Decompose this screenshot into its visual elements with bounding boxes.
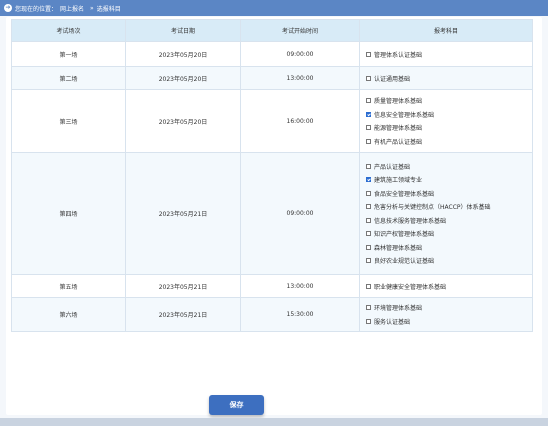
table-row: 第二场 2023年05月20日 13:00:00 认证通用基础 — [11, 66, 533, 90]
subject-label: 管理体系认证基础 — [374, 51, 423, 59]
session-cell: 第五场 — [11, 274, 126, 298]
table-row: 第三场 2023年05月20日 16:00:00 质量管理体系基础 信息安全管理体系基础… — [11, 89, 533, 153]
start-time-cell: 13:00:00 — [240, 66, 360, 90]
start-time-cell: 13:00:00 — [240, 274, 360, 298]
subject-option[interactable]: 知识产权管理体系基础 — [366, 227, 532, 241]
subjects-cell: 认证通用基础 — [359, 66, 533, 90]
date-cell: 2023年05月21日 — [125, 297, 241, 332]
save-button[interactable]: 保存 — [209, 395, 264, 415]
subject-option[interactable]: 能源管理体系基础 — [366, 121, 532, 135]
subject-label: 认证通用基础 — [374, 75, 411, 83]
subject-label: 有机产品认证基础 — [374, 138, 423, 146]
table-header-row: 考试场次 考试日期 考试开始时间 报考科目 — [11, 19, 533, 42]
checkbox-unchecked[interactable] — [366, 98, 371, 104]
bottom-strip — [0, 418, 548, 426]
header-start-time: 考试开始时间 — [240, 19, 360, 42]
checkbox-unchecked[interactable] — [366, 204, 371, 210]
subject-option[interactable]: 管理体系认证基础 — [366, 50, 532, 59]
subjects-cell: 环境管理体系基础 服务认证基础 — [359, 297, 533, 332]
subject-label: 质量管理体系基础 — [374, 98, 423, 106]
checkbox-unchecked[interactable] — [366, 138, 371, 144]
start-time-cell: 16:00:00 — [240, 89, 360, 153]
checkbox-unchecked[interactable] — [366, 75, 371, 81]
table-row: 第五场 2023年05月21日 13:00:00 职业健康安全管理体系基础 — [11, 274, 533, 298]
checkbox-unchecked[interactable] — [366, 163, 371, 169]
subject-label: 信息安全管理体系基础 — [374, 111, 435, 119]
subject-option[interactable]: 良好农业规范认证基础 — [366, 254, 532, 268]
subject-label: 职业健康安全管理体系基础 — [374, 283, 447, 291]
date-cell: 2023年05月20日 — [125, 89, 241, 153]
checkbox-checked[interactable] — [366, 111, 371, 117]
subject-option[interactable]: 信息安全管理体系基础 — [366, 108, 532, 122]
header-date: 考试日期 — [125, 19, 241, 42]
checkbox-unchecked[interactable] — [366, 305, 371, 311]
subjects-cell: 产品认证基础建筑施工领域专业食品安全管理体系基础危害分析与关键控制点（HACCP… — [359, 152, 533, 275]
subject-label: 能源管理体系基础 — [374, 125, 423, 133]
header-session: 考试场次 — [11, 19, 126, 42]
subject-label: 服务认证基础 — [374, 318, 411, 326]
date-cell: 2023年05月21日 — [125, 274, 241, 298]
subject-option[interactable]: 认证通用基础 — [366, 74, 532, 83]
start-time-cell: 09:00:00 — [240, 152, 360, 275]
checkbox-unchecked[interactable] — [366, 217, 371, 223]
checkbox-unchecked[interactable] — [366, 125, 371, 131]
date-cell: 2023年05月21日 — [125, 152, 241, 275]
checkbox-unchecked[interactable] — [366, 283, 371, 289]
subject-option[interactable]: 服务认证基础 — [366, 315, 532, 329]
session-cell: 第二场 — [11, 66, 126, 90]
subject-label: 产品认证基础 — [374, 163, 411, 171]
session-cell: 第六场 — [11, 297, 126, 332]
subject-label: 危害分析与关键控制点（HACCP）体系基础 — [374, 204, 491, 212]
subject-option[interactable]: 食品安全管理体系基础 — [366, 187, 532, 201]
table-body: 第一场 2023年05月20日 09:00:00 管理体系认证基础 第二场 2023年05… — [11, 41, 533, 332]
subject-option[interactable]: 环境管理体系基础 — [366, 301, 532, 315]
checkbox-checked[interactable] — [366, 177, 371, 183]
subject-option[interactable]: 职业健康安全管理体系基础 — [366, 282, 532, 291]
checkbox-unchecked[interactable] — [366, 318, 371, 324]
subject-label: 建筑施工领域专业 — [374, 177, 423, 185]
checkbox-unchecked[interactable] — [366, 190, 371, 196]
table-row: 第四场 2023年05月21日 09:00:00 产品认证基础 建筑施工领域专业 食品安全… — [11, 152, 533, 275]
subject-option[interactable]: 产品认证基础 — [366, 160, 532, 174]
breadcrumb-prefix: 您现在的位置： — [15, 5, 58, 13]
subject-label: 森林管理体系基础 — [374, 244, 423, 252]
checkbox-unchecked[interactable] — [366, 51, 371, 57]
exam-schedule-table: 考试场次 考试日期 考试开始时间 报考科目 第一场 2023年05月20日 09:0… — [11, 19, 533, 332]
breadcrumb-item-online-registration[interactable]: 网上报名 — [60, 4, 84, 13]
subject-option[interactable]: 建筑施工领域专业 — [366, 173, 532, 187]
breadcrumb: ➔ 您现在的位置： 网上报名 » 选报科目 — [0, 0, 548, 16]
date-cell: 2023年05月20日 — [125, 66, 241, 90]
checkbox-unchecked[interactable] — [366, 258, 371, 264]
start-time-cell: 09:00:00 — [240, 41, 360, 67]
session-cell: 第四场 — [11, 152, 126, 275]
subject-option[interactable]: 质量管理体系基础 — [366, 94, 532, 108]
subject-label: 良好农业规范认证基础 — [374, 258, 435, 266]
breadcrumb-item-select-subjects: 选报科目 — [96, 5, 121, 13]
header-subjects: 报考科目 — [359, 19, 533, 42]
location-arrow-icon: ➔ — [4, 4, 12, 12]
subjects-cell: 管理体系认证基础 — [359, 41, 533, 67]
subject-option[interactable]: 危害分析与关键控制点（HACCP）体系基础 — [366, 200, 532, 214]
subject-label: 环境管理体系基础 — [374, 305, 423, 313]
session-cell: 第三场 — [11, 89, 126, 153]
subject-option[interactable]: 信息技术服务管理体系基础 — [366, 214, 532, 228]
subject-label: 知识产权管理体系基础 — [374, 231, 435, 239]
subject-label: 食品安全管理体系基础 — [374, 190, 435, 198]
subject-label: 信息技术服务管理体系基础 — [374, 217, 447, 225]
subjects-cell: 职业健康安全管理体系基础 — [359, 274, 533, 298]
checkbox-unchecked[interactable] — [366, 244, 371, 250]
date-cell: 2023年05月20日 — [125, 41, 241, 67]
checkbox-unchecked[interactable] — [366, 231, 371, 237]
breadcrumb-separator: » — [90, 4, 94, 12]
subject-option[interactable]: 森林管理体系基础 — [366, 241, 532, 255]
subjects-cell: 质量管理体系基础信息安全管理体系基础 能源管理体系基础 有机产品认证基础 — [359, 89, 533, 153]
session-cell: 第一场 — [11, 41, 126, 67]
table-row: 第六场 2023年05月21日 15:30:00 环境管理体系基础 服务认证基础 — [11, 297, 533, 332]
start-time-cell: 15:30:00 — [240, 297, 360, 332]
table-row: 第一场 2023年05月20日 09:00:00 管理体系认证基础 — [11, 41, 533, 67]
subject-option[interactable]: 有机产品认证基础 — [366, 135, 532, 149]
